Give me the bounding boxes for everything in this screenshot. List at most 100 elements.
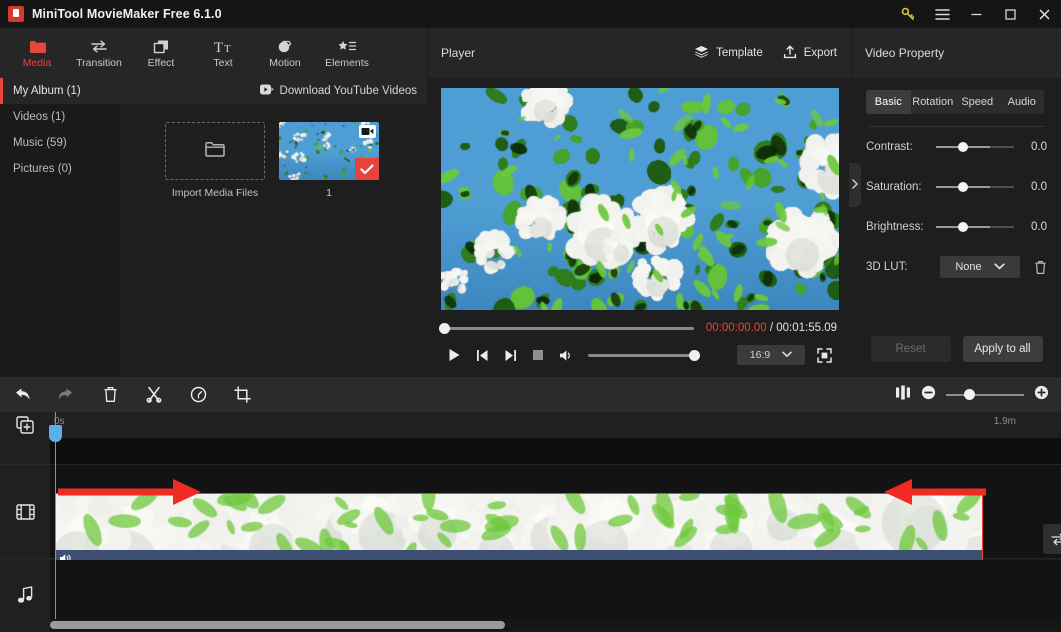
current-time: 00:00:00.00: [705, 322, 767, 334]
fullscreen-button[interactable]: [811, 344, 837, 366]
timeline-scrollbar-thumb[interactable]: [50, 621, 505, 629]
maximize-icon[interactable]: [993, 0, 1027, 28]
ribbon-item-elements[interactable]: Elements: [316, 30, 378, 76]
speed-button[interactable]: [176, 377, 220, 412]
media-topbar: Download YouTube Videos: [119, 78, 427, 104]
timeline-zoom-slider[interactable]: [946, 388, 1024, 400]
crop-button[interactable]: [220, 377, 264, 412]
template-button[interactable]: Template: [694, 45, 763, 61]
volume-handle[interactable]: [689, 349, 700, 361]
split-button[interactable]: [132, 377, 176, 412]
delete-button[interactable]: [88, 377, 132, 412]
property-header: Video Property: [852, 28, 1061, 78]
ribbon-label: Effect: [147, 57, 175, 69]
tab-basic[interactable]: Basic: [866, 90, 911, 114]
apply-to-all-button[interactable]: Apply to all: [962, 336, 1043, 362]
player-title: Player: [441, 46, 476, 60]
menu-icon[interactable]: [925, 0, 959, 28]
volume-slider[interactable]: [588, 349, 700, 361]
timeline-ruler[interactable]: 0s 1.9m: [50, 412, 1061, 438]
transition-icon: [90, 37, 108, 54]
video-track[interactable]: [50, 464, 1061, 573]
contrast-row: Contrast: 0.0: [866, 127, 1047, 167]
folder-icon: [29, 37, 46, 54]
tab-audio[interactable]: Audio: [1000, 90, 1045, 114]
lut-delete-button[interactable]: [1034, 260, 1047, 275]
zoom-in-icon[interactable]: [1034, 385, 1049, 405]
stop-button[interactable]: [524, 344, 552, 366]
ribbon-item-transition[interactable]: Transition: [68, 30, 130, 76]
video-camera-icon: [359, 125, 376, 138]
zoom-out-icon[interactable]: [921, 385, 936, 405]
volume-button[interactable]: [552, 344, 580, 366]
video-preview[interactable]: [440, 88, 839, 310]
slider-handle[interactable]: [958, 142, 968, 152]
panel-collapse-handle[interactable]: [849, 163, 861, 207]
ribbon-item-text[interactable]: TT Text: [192, 30, 254, 76]
brightness-slider[interactable]: [936, 222, 1014, 232]
add-media-icon[interactable]: [0, 412, 50, 438]
seek-handle[interactable]: [439, 322, 450, 334]
play-button[interactable]: [440, 344, 468, 366]
slider-rest: [990, 186, 1014, 188]
import-media-cell[interactable]: Import Media Files: [165, 122, 265, 199]
lut-select[interactable]: None: [940, 256, 1020, 278]
undo-button[interactable]: [0, 377, 44, 412]
ribbon-label: Text: [213, 57, 233, 69]
ribbon-label: Motion: [269, 57, 301, 69]
text-track[interactable]: [50, 438, 1061, 464]
close-icon[interactable]: [1027, 0, 1061, 28]
slider-handle[interactable]: [958, 222, 968, 232]
reset-button[interactable]: Reset: [870, 336, 951, 362]
media-body: My Album (1) Videos (1) Music (59) Pictu…: [0, 78, 427, 376]
tab-speed[interactable]: Speed: [955, 90, 1000, 114]
minimize-icon[interactable]: [959, 0, 993, 28]
template-label: Template: [716, 47, 763, 59]
album-item-pictures[interactable]: Pictures (0): [0, 156, 119, 182]
transition-add-button[interactable]: [1043, 524, 1061, 554]
export-button[interactable]: Export: [783, 45, 837, 62]
brightness-row: Brightness: 0.0: [866, 207, 1047, 247]
ribbon-toolbar: Media Transition Effect TT Text Motion E…: [0, 28, 427, 78]
seek-row: 00:00:00.00 / 00:01:55.09: [428, 310, 851, 334]
saturation-row: Saturation: 0.0: [866, 167, 1047, 207]
album-item-my-album[interactable]: My Album (1): [0, 78, 119, 104]
export-label: Export: [803, 47, 837, 59]
media-thumbnail[interactable]: [279, 122, 379, 180]
ribbon-label: Media: [22, 57, 52, 69]
slider-handle[interactable]: [958, 182, 968, 192]
timeline-zoom-controls: [895, 385, 1061, 405]
key-icon[interactable]: [891, 0, 925, 28]
motion-icon: [277, 37, 294, 54]
audio-track-icon[interactable]: [0, 560, 50, 630]
video-track-icon[interactable]: [0, 464, 50, 559]
slider-rest: [990, 226, 1014, 228]
previous-frame-button[interactable]: [468, 344, 496, 366]
brightness-label: Brightness:: [866, 221, 924, 233]
saturation-slider[interactable]: [936, 182, 1014, 192]
media-item-cell[interactable]: 1: [279, 122, 379, 199]
property-tabs: Basic Rotation Speed Audio: [866, 90, 1044, 114]
redo-button[interactable]: [44, 377, 88, 412]
zoom-handle[interactable]: [964, 388, 975, 400]
tab-label: Rotation: [912, 96, 954, 108]
playhead-handle[interactable]: [49, 425, 62, 442]
ribbon-item-media[interactable]: Media: [6, 30, 68, 76]
elements-icon: [338, 37, 357, 54]
check-icon[interactable]: [355, 158, 379, 180]
split-view-icon[interactable]: [895, 385, 911, 405]
contrast-slider[interactable]: [936, 142, 1014, 152]
tab-rotation[interactable]: Rotation: [911, 90, 956, 114]
ribbon-item-effect[interactable]: Effect: [130, 30, 192, 76]
import-drop-zone[interactable]: [165, 122, 265, 180]
ribbon-item-motion[interactable]: Motion: [254, 30, 316, 76]
album-label: Music (59): [13, 137, 67, 149]
next-frame-button[interactable]: [496, 344, 524, 366]
seek-slider[interactable]: [439, 322, 694, 334]
property-body: Basic Rotation Speed Audio Contrast: 0.0…: [852, 78, 1061, 287]
chevron-down-icon: [993, 261, 1005, 273]
aspect-ratio-select[interactable]: 16:9: [737, 345, 805, 365]
download-youtube-label[interactable]: Download YouTube Videos: [280, 85, 417, 97]
album-item-music[interactable]: Music (59): [0, 130, 119, 156]
album-item-videos[interactable]: Videos (1): [0, 104, 119, 130]
